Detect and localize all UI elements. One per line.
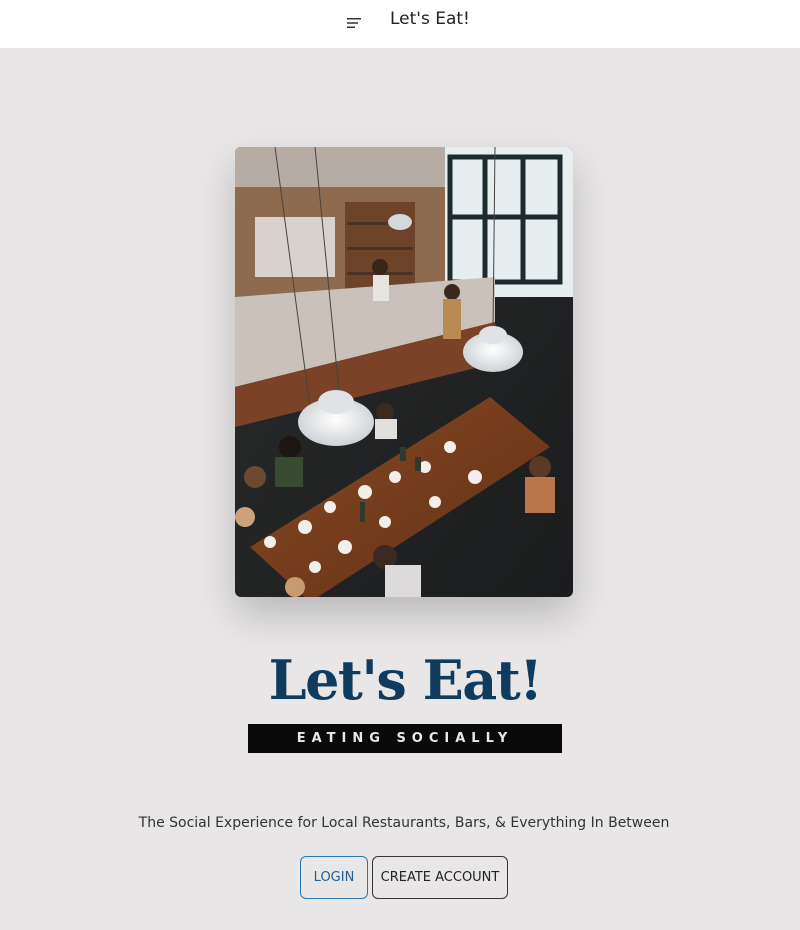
logo-title: Let's Eat! (268, 648, 543, 712)
create-account-button[interactable]: CREATE ACCOUNT (372, 856, 508, 899)
login-button[interactable]: LOGIN (300, 856, 368, 899)
page-subtitle: The Social Experience for Local Restaura… (138, 815, 670, 831)
logo-tagline: EATING SOCIALLY (248, 724, 562, 753)
app-title: Let's Eat! (390, 9, 470, 29)
brand-logo: Let's Eat! EATING SOCIALLY (248, 648, 562, 756)
hamburger-menu-icon[interactable] (344, 13, 364, 33)
top-app-bar: Let's Eat! (0, 0, 800, 48)
hero-image (235, 147, 573, 597)
